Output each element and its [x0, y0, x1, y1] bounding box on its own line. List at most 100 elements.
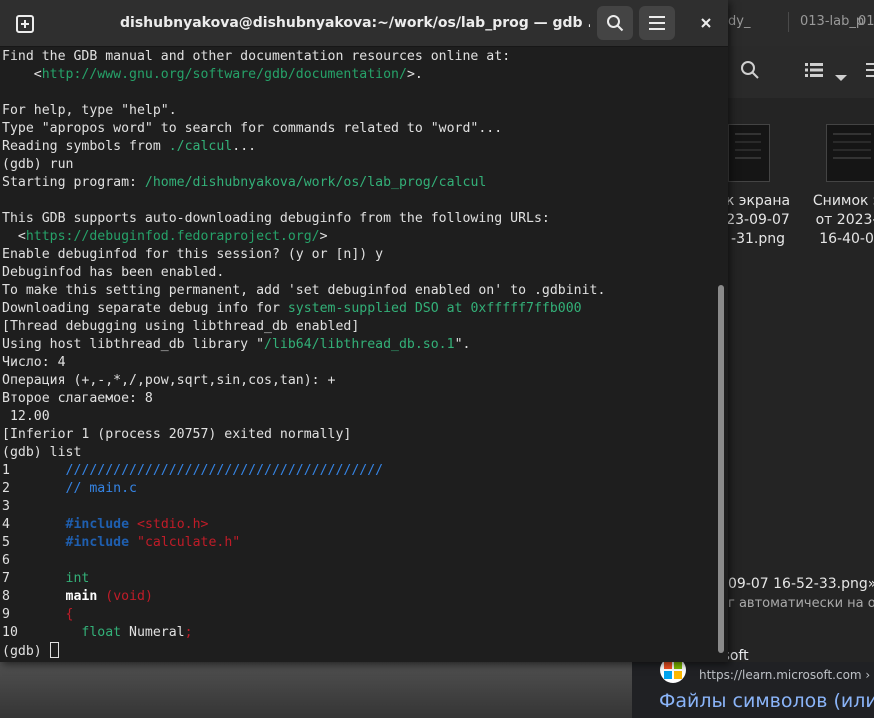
terminal-text: <: [2, 229, 26, 244]
terminal-text: Enable debuginfod for this session? (y o…: [2, 247, 384, 262]
terminal-text: float: [81, 625, 122, 640]
terminal-text: [Inferior 1 (process 20757) exited norma…: [2, 427, 352, 442]
chevron-down-icon[interactable]: [834, 66, 848, 87]
terminal-text: >: [319, 229, 328, 244]
terminal-line: Find the GDB manual and other documentat…: [2, 48, 714, 66]
terminal-line: For help, type "help".: [2, 102, 714, 120]
terminal-text: 7: [2, 571, 66, 586]
terminal-text: 6: [2, 553, 10, 568]
terminal-line: Downloading separate debug info for syst…: [2, 300, 714, 318]
menu-button[interactable]: [639, 6, 675, 40]
list-view-icon[interactable]: [805, 62, 823, 83]
terminal-line: Второе слагаемое: 8: [2, 390, 714, 408]
terminal-text: 4: [2, 517, 66, 532]
terminal-line: 7 int: [2, 570, 714, 588]
terminal-text: 2: [2, 481, 66, 496]
close-icon: [701, 18, 711, 28]
terminal-text: 3: [2, 499, 10, 514]
terminal-text: ./calcul: [168, 139, 233, 154]
terminal-text: For help, type "help".: [2, 103, 177, 118]
terminal-text: Число: 4: [2, 355, 66, 370]
terminal-text: #include: [65, 535, 130, 550]
terminal-text: ;: [184, 625, 193, 640]
terminal-text: Reading symbols from: [2, 139, 169, 154]
terminal-text: 8: [2, 589, 66, 604]
terminal-line: (gdb): [2, 642, 714, 660]
terminal-text: [Thread debugging using libthread_db ena…: [2, 319, 360, 334]
terminal-text: (gdb) run: [2, 157, 74, 172]
search-button[interactable]: [597, 6, 633, 40]
terminal-text: int: [65, 571, 90, 586]
new-tab-button[interactable]: [6, 6, 42, 40]
terminal-text: >.: [406, 67, 423, 82]
screenshot-thumbnail[interactable]: [826, 124, 874, 182]
terminal-line: [Thread debugging using libthread_db ena…: [2, 318, 714, 336]
terminal-text: ...: [232, 139, 257, 154]
terminal-line: Type "apropos word" to search for comman…: [2, 120, 714, 138]
terminal-line: Enable debuginfod for this session? (y o…: [2, 246, 714, 264]
terminal-text: 9: [2, 607, 66, 622]
terminal-text: Find the GDB manual and other documentat…: [2, 49, 511, 64]
terminal-text: (gdb) list: [2, 445, 82, 460]
terminal-line: Операция (+,-,*,/,pow,sqrt,sin,cos,tan):…: [2, 372, 714, 390]
terminal-text: Starting program:: [2, 175, 145, 190]
terminal-text: ////////////////////////////////////////: [65, 463, 384, 478]
terminal-titlebar[interactable]: dishubnyakova@dishubnyakova:~/work/os/la…: [0, 0, 728, 47]
terminal-text: Debuginfod has been enabled.: [2, 265, 225, 280]
terminal-text: Второе слагаемое: 8: [2, 391, 153, 406]
terminal-output[interactable]: Find the GDB manual and other documentat…: [2, 48, 714, 660]
terminal-line: Reading symbols from ./calcul...: [2, 138, 714, 156]
terminal-text: Downloading separate debug info for: [2, 301, 288, 316]
search-icon[interactable]: [740, 60, 760, 85]
tab-lab-p[interactable]: 013-lab_p: [800, 14, 864, 29]
terminal-window: dishubnyakova@dishubnyakova:~/work/os/la…: [0, 0, 728, 662]
terminal-text: ".: [454, 337, 471, 352]
terminal-text: https://debuginfod.fedoraproject.org/: [25, 229, 320, 244]
thumbnail-caption: к экрана 23-09-07 -31.png: [725, 193, 791, 247]
terminal-line: 5 #include "calculate.h": [2, 534, 714, 552]
terminal-text: 12.00: [2, 409, 50, 424]
terminal-line: <http://www.gnu.org/software/gdb/documen…: [2, 66, 714, 84]
terminal-line: 8 main (void): [2, 588, 714, 606]
result-breadcrumb: https://learn.microsoft.com › ... › C: [699, 668, 874, 682]
terminal-line: (gdb) list: [2, 444, 714, 462]
menu-icon[interactable]: [866, 62, 874, 83]
terminal-text: <stdio.h>: [137, 517, 209, 532]
terminal-text: http://www.gnu.org/software/gdb/document…: [41, 67, 407, 82]
new-tab-icon: [16, 15, 34, 33]
terminal-line: 10 float Numeral;: [2, 624, 714, 642]
terminal-line: 1 //////////////////////////////////////…: [2, 462, 714, 480]
terminal-text: Операция (+,-,*,/,pow,sqrt,sin,cos,tan):…: [2, 373, 336, 388]
terminal-text: Type "apropos word" to search for comman…: [2, 121, 503, 136]
terminal-text: 1: [2, 463, 66, 478]
terminal-text: <: [2, 67, 42, 82]
terminal-line: 12.00: [2, 408, 714, 426]
terminal-scrollbar[interactable]: [718, 285, 724, 653]
close-button[interactable]: [688, 6, 724, 40]
tab-013[interactable]: 013: [858, 14, 874, 29]
terminal-line: 9 {: [2, 606, 714, 624]
result-title-link[interactable]: Файлы символов (или R: [659, 690, 874, 712]
terminal-text: system-supplied DSO at 0xfffff7ffb000: [287, 301, 582, 316]
terminal-text: 10: [2, 625, 82, 640]
thumbnail-caption: Снимок эк от 2023-0 16-40-01: [812, 193, 874, 247]
terminal-line: 2 // main.c: [2, 480, 714, 498]
screenshot-thumbnail[interactable]: [728, 124, 770, 182]
terminal-line: [Inferior 1 (process 20757) exited norma…: [2, 426, 714, 444]
terminal-text: (gdb): [2, 644, 50, 659]
desktop-wallpaper: [0, 662, 632, 718]
terminal-line: 6: [2, 552, 714, 570]
terminal-text: 5: [2, 535, 66, 550]
terminal-line: Debuginfod has been enabled.: [2, 264, 714, 282]
tab-separator: [788, 12, 789, 32]
terminal-line: Using host libthread_db library "/lib64/…: [2, 336, 714, 354]
tab-dy[interactable]: dy_: [728, 14, 750, 29]
terminal-line: This GDB supports auto-downloading debug…: [2, 210, 714, 228]
terminal-line: (gdb) run: [2, 156, 714, 174]
terminal-line: To make this setting permanent, add 'set…: [2, 282, 714, 300]
terminal-text: Numeral: [121, 625, 185, 640]
